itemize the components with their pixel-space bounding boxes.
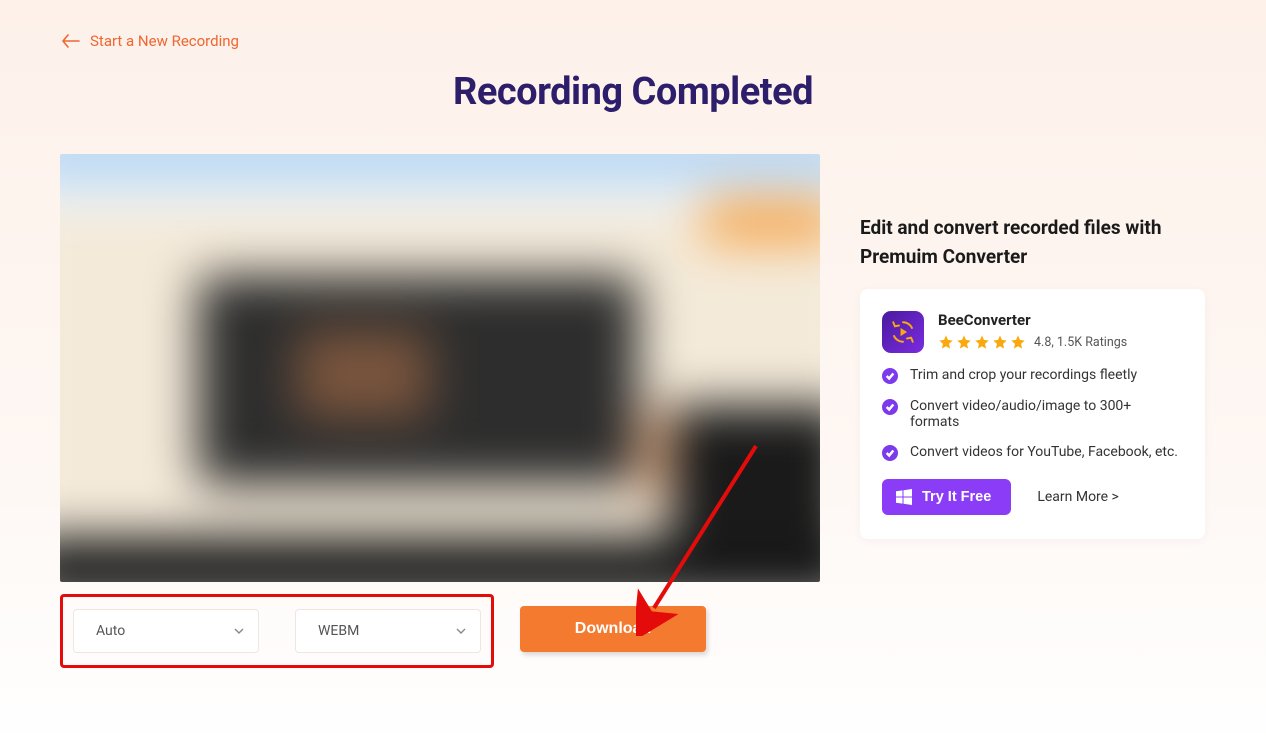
star-icon: [992, 334, 1008, 350]
promo-card: BeeConverter 4.8, 1.5K Ratings: [860, 289, 1205, 539]
feature-text: Convert videos for YouTube, Facebook, et…: [910, 444, 1178, 460]
check-icon: [882, 368, 898, 384]
format-select[interactable]: WEBM: [295, 609, 481, 653]
arrow-left-icon: [62, 34, 80, 48]
feature-text: Convert video/audio/image to 300+ format…: [910, 398, 1183, 430]
quality-select-value: Auto: [96, 623, 125, 639]
rating-text: 4.8, 1.5K Ratings: [1034, 335, 1127, 350]
video-preview: [60, 154, 820, 582]
feature-item: Trim and crop your recordings fleetly: [882, 367, 1183, 384]
promo-app-name: BeeConverter: [938, 311, 1127, 329]
feature-item: Convert videos for YouTube, Facebook, et…: [882, 444, 1183, 461]
try-free-label: Try It Free: [922, 489, 991, 505]
beeconverter-app-icon: [882, 311, 924, 353]
download-button-label: Download: [575, 620, 651, 637]
feature-list: Trim and crop your recordings fleetly Co…: [882, 367, 1183, 461]
back-link[interactable]: Start a New Recording: [62, 32, 239, 50]
annotation-highlight-box: Auto WEBM: [60, 594, 494, 668]
star-icon: [938, 334, 954, 350]
format-select-value: WEBM: [318, 623, 359, 639]
try-free-button[interactable]: Try It Free: [882, 479, 1011, 515]
star-icon: [1010, 334, 1026, 350]
rating-stars: [938, 334, 1026, 350]
quality-select[interactable]: Auto: [73, 609, 259, 653]
chevron-down-icon: [456, 626, 466, 636]
check-icon: [882, 445, 898, 461]
back-link-label: Start a New Recording: [90, 32, 239, 50]
download-button[interactable]: Download: [520, 606, 706, 652]
feature-item: Convert video/audio/image to 300+ format…: [882, 398, 1183, 430]
star-icon: [974, 334, 990, 350]
learn-more-link[interactable]: Learn More >: [1037, 489, 1119, 505]
check-icon: [882, 399, 898, 415]
feature-text: Trim and crop your recordings fleetly: [910, 367, 1137, 383]
page-title: Recording Completed: [0, 70, 1266, 114]
windows-icon: [896, 489, 912, 505]
chevron-down-icon: [234, 626, 244, 636]
promo-heading: Edit and convert recorded files with Pre…: [860, 214, 1205, 271]
star-icon: [956, 334, 972, 350]
